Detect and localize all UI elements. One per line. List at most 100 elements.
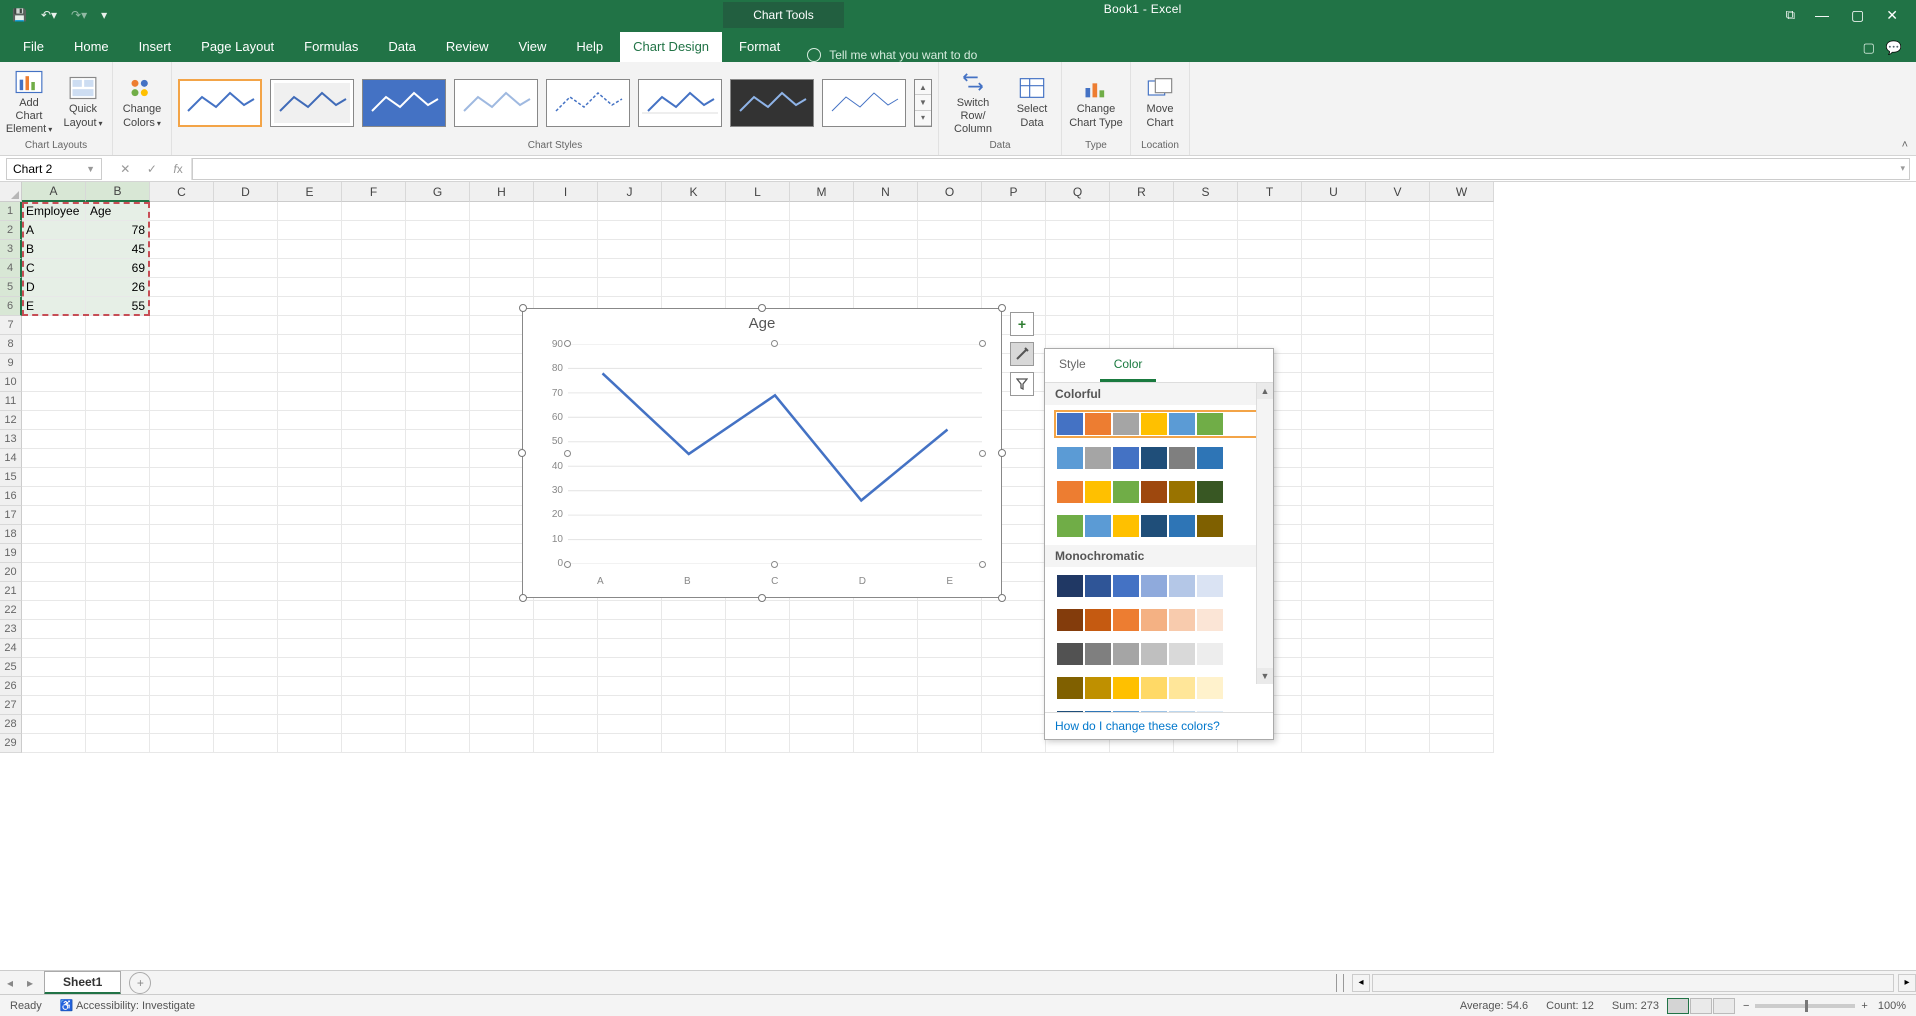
cell-J27[interactable] (598, 696, 662, 715)
column-header-P[interactable]: P (982, 182, 1046, 202)
cell-E26[interactable] (278, 677, 342, 696)
cell-F1[interactable] (342, 202, 406, 221)
cell-N1[interactable] (854, 202, 918, 221)
cell-O22[interactable] (918, 601, 982, 620)
cell-P27[interactable] (982, 696, 1046, 715)
cell-D11[interactable] (214, 392, 278, 411)
cell-P28[interactable] (982, 715, 1046, 734)
cell-T1[interactable] (1238, 202, 1302, 221)
cell-W11[interactable] (1430, 392, 1494, 411)
cell-E19[interactable] (278, 544, 342, 563)
chart-title[interactable]: Age (523, 309, 1001, 336)
cell-W4[interactable] (1430, 259, 1494, 278)
cell-C23[interactable] (150, 620, 214, 639)
cell-C21[interactable] (150, 582, 214, 601)
popup-tab-color[interactable]: Color (1100, 349, 1157, 382)
cell-V21[interactable] (1366, 582, 1430, 601)
cell-G23[interactable] (406, 620, 470, 639)
cell-M28[interactable] (790, 715, 854, 734)
cell-V28[interactable] (1366, 715, 1430, 734)
cell-U14[interactable] (1302, 449, 1366, 468)
cell-U27[interactable] (1302, 696, 1366, 715)
cell-G18[interactable] (406, 525, 470, 544)
cell-V22[interactable] (1366, 601, 1430, 620)
row-header-12[interactable]: 12 (0, 411, 22, 430)
cell-A28[interactable] (22, 715, 86, 734)
formula-input[interactable]: ▾ (192, 158, 1910, 180)
cell-M22[interactable] (790, 601, 854, 620)
cell-J29[interactable] (598, 734, 662, 753)
cell-D13[interactable] (214, 430, 278, 449)
cell-K3[interactable] (662, 240, 726, 259)
cell-F29[interactable] (342, 734, 406, 753)
sheet-nav-next[interactable]: ▸ (20, 976, 40, 990)
row-header-16[interactable]: 16 (0, 487, 22, 506)
cell-F22[interactable] (342, 601, 406, 620)
cell-Q4[interactable] (1046, 259, 1110, 278)
cell-W28[interactable] (1430, 715, 1494, 734)
cell-C9[interactable] (150, 354, 214, 373)
cell-W1[interactable] (1430, 202, 1494, 221)
cell-L5[interactable] (726, 278, 790, 297)
column-header-R[interactable]: R (1110, 182, 1174, 202)
cell-D18[interactable] (214, 525, 278, 544)
cell-N26[interactable] (854, 677, 918, 696)
zoom-in-button[interactable]: + (1861, 1000, 1867, 1012)
tab-format[interactable]: Format (726, 32, 793, 62)
cell-G22[interactable] (406, 601, 470, 620)
cell-H26[interactable] (470, 677, 534, 696)
cell-M2[interactable] (790, 221, 854, 240)
zoom-out-button[interactable]: − (1743, 1000, 1749, 1012)
cell-F9[interactable] (342, 354, 406, 373)
chart-styles-button[interactable] (1010, 342, 1034, 366)
cell-G17[interactable] (406, 506, 470, 525)
cell-U12[interactable] (1302, 411, 1366, 430)
cell-V2[interactable] (1366, 221, 1430, 240)
cell-A6[interactable]: E (22, 297, 86, 316)
cell-N22[interactable] (854, 601, 918, 620)
cell-W16[interactable] (1430, 487, 1494, 506)
cell-G20[interactable] (406, 563, 470, 582)
color-palette[interactable] (1055, 709, 1263, 712)
cell-D21[interactable] (214, 582, 278, 601)
cell-W10[interactable] (1430, 373, 1494, 392)
cell-U15[interactable] (1302, 468, 1366, 487)
cell-F15[interactable] (342, 468, 406, 487)
cell-L2[interactable] (726, 221, 790, 240)
cell-A17[interactable] (22, 506, 86, 525)
cell-I28[interactable] (534, 715, 598, 734)
row-header-14[interactable]: 14 (0, 449, 22, 468)
add-sheet-button[interactable]: + (129, 972, 151, 994)
popup-tab-style[interactable]: Style (1045, 349, 1100, 382)
color-palette[interactable] (1055, 445, 1263, 471)
cell-H4[interactable] (470, 259, 534, 278)
tab-data[interactable]: Data (375, 32, 428, 62)
cell-D16[interactable] (214, 487, 278, 506)
cell-R6[interactable] (1110, 297, 1174, 316)
cell-A8[interactable] (22, 335, 86, 354)
column-header-U[interactable]: U (1302, 182, 1366, 202)
cell-B27[interactable] (86, 696, 150, 715)
cell-U9[interactable] (1302, 354, 1366, 373)
cell-U25[interactable] (1302, 658, 1366, 677)
cell-G8[interactable] (406, 335, 470, 354)
color-palette[interactable] (1055, 411, 1263, 437)
cell-M1[interactable] (790, 202, 854, 221)
cell-R2[interactable] (1110, 221, 1174, 240)
cell-E16[interactable] (278, 487, 342, 506)
cell-G25[interactable] (406, 658, 470, 677)
cell-T6[interactable] (1238, 297, 1302, 316)
cell-U1[interactable] (1302, 202, 1366, 221)
cell-D20[interactable] (214, 563, 278, 582)
cell-P22[interactable] (982, 601, 1046, 620)
row-header-21[interactable]: 21 (0, 582, 22, 601)
cell-B15[interactable] (86, 468, 150, 487)
column-header-D[interactable]: D (214, 182, 278, 202)
cell-G4[interactable] (406, 259, 470, 278)
row-header-22[interactable]: 22 (0, 601, 22, 620)
cell-P24[interactable] (982, 639, 1046, 658)
cell-F19[interactable] (342, 544, 406, 563)
cell-L25[interactable] (726, 658, 790, 677)
cell-U6[interactable] (1302, 297, 1366, 316)
cell-E8[interactable] (278, 335, 342, 354)
